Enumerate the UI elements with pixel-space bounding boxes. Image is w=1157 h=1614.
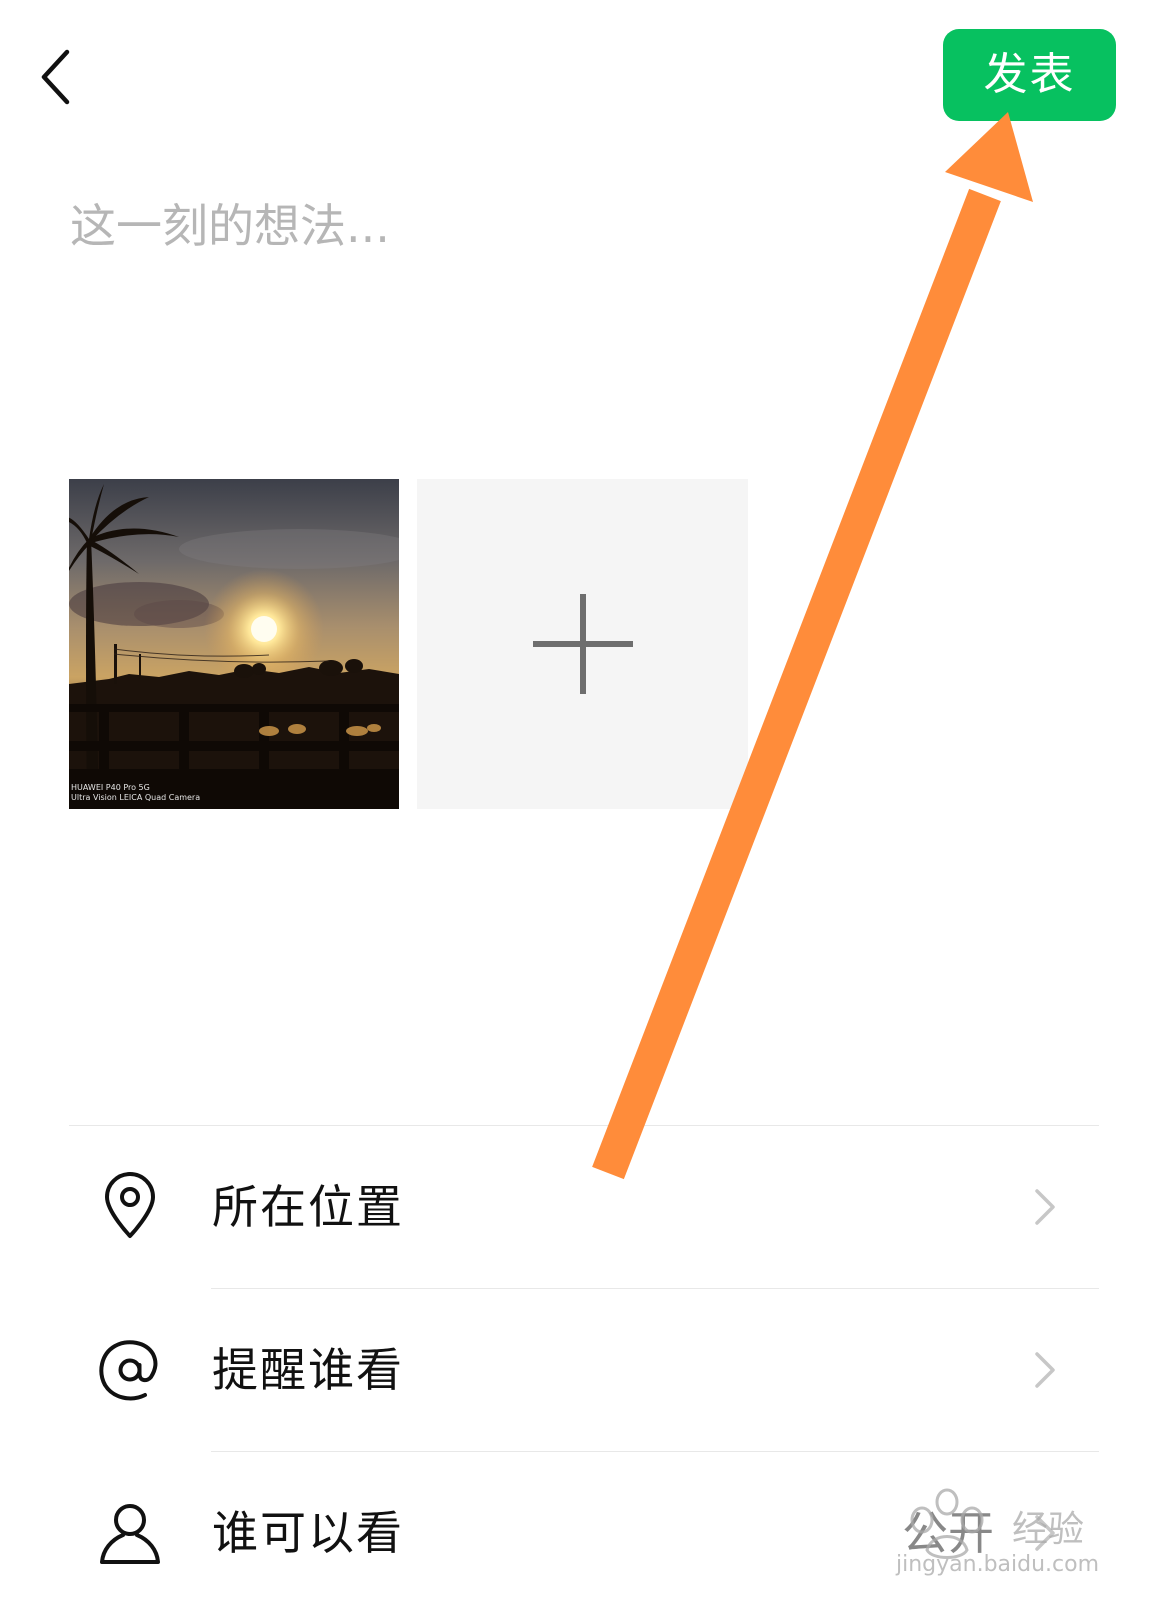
location-label: 所在位置: [212, 1180, 404, 1234]
chevron-right-icon: [1035, 1515, 1055, 1551]
visibility-label: 谁可以看: [212, 1506, 404, 1560]
add-photo-button[interactable]: [417, 479, 748, 809]
photo-camera-watermark: HUAWEI P40 Pro 5G Ultra Vision LEICA Qua…: [71, 783, 201, 802]
plus-icon: [533, 594, 633, 694]
back-button[interactable]: [30, 40, 90, 110]
person-icon: [100, 1504, 160, 1564]
publish-button[interactable]: 发表: [943, 29, 1116, 121]
chevron-right-icon: [1035, 1352, 1055, 1388]
visibility-value: 公开: [902, 1506, 994, 1560]
annotation-arrow-head: [945, 112, 1033, 202]
remind-row[interactable]: 提醒谁看: [69, 1289, 1099, 1451]
moment-text-input[interactable]: [70, 190, 1070, 440]
at-sign-icon: [99, 1340, 158, 1401]
visibility-row[interactable]: 谁可以看 公开: [69, 1452, 1099, 1614]
chevron-left-icon: [41, 49, 70, 105]
remind-label: 提醒谁看: [212, 1343, 404, 1397]
location-pin-icon: [105, 1172, 155, 1238]
photo-thumbnail[interactable]: HUAWEI P40 Pro 5G Ultra Vision LEICA Qua…: [69, 479, 399, 809]
sunset-photo-image: [69, 479, 399, 809]
location-row[interactable]: 所在位置: [69, 1126, 1099, 1288]
chevron-right-icon: [1035, 1189, 1055, 1225]
